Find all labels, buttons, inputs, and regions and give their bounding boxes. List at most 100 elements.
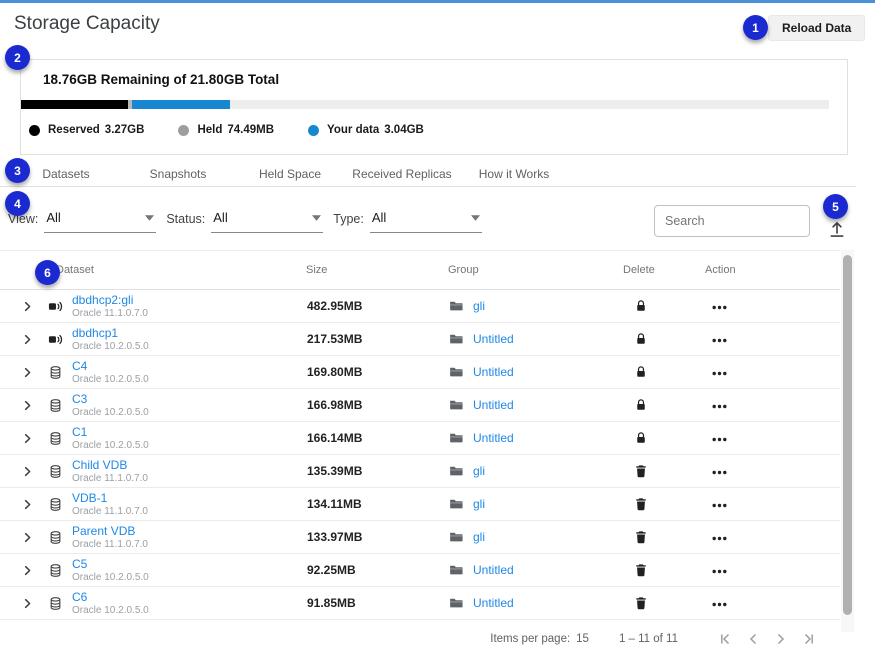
legend-item: Reserved 3.27GB <box>29 124 144 136</box>
dataset-version: Oracle 10.2.0.5.0 <box>72 440 307 451</box>
group-link[interactable]: gli <box>473 464 485 478</box>
export-upload-icon[interactable] <box>827 219 847 239</box>
legend-dot-icon <box>29 125 40 136</box>
dataset-name-link[interactable]: Child VDB <box>72 459 127 472</box>
table-row: C1 Oracle 10.2.0.5.0 166.14MB Untitled <box>0 422 840 455</box>
dataset-name-link[interactable]: dbdhcp2:gli <box>72 294 133 307</box>
database-icon <box>48 497 63 512</box>
filter-group: Status: All <box>166 210 323 233</box>
lock-icon <box>634 332 648 346</box>
dataset-name-link[interactable]: C6 <box>72 591 87 604</box>
delete-cell[interactable] <box>624 365 706 379</box>
group-link[interactable]: Untitled <box>473 365 514 379</box>
ellipsis-icon <box>712 437 727 442</box>
dataset-name-link[interactable]: VDB-1 <box>72 492 107 505</box>
chevron-right-icon <box>22 499 33 510</box>
row-actions-button[interactable] <box>706 596 840 610</box>
ellipsis-icon <box>712 371 727 376</box>
trash-icon <box>634 596 648 610</box>
dataset-name-link[interactable]: dbdhcp1 <box>72 327 118 340</box>
tab[interactable]: Received Replicas <box>346 161 458 187</box>
expand-row-button[interactable] <box>22 499 48 510</box>
group-link[interactable]: Untitled <box>473 596 514 610</box>
dataset-name-link[interactable]: C5 <box>72 558 87 571</box>
row-actions-button[interactable] <box>706 332 840 346</box>
capacity-bar-segment <box>132 100 231 109</box>
lock-icon <box>634 365 648 379</box>
tab[interactable]: How it Works <box>458 161 570 187</box>
dataset-name-link[interactable]: C1 <box>72 426 87 439</box>
items-per-page-value[interactable]: 15 <box>576 633 589 645</box>
dataset-name-link[interactable]: C4 <box>72 360 87 373</box>
dataset-name-link[interactable]: C3 <box>72 393 87 406</box>
group-link[interactable]: Untitled <box>473 431 514 445</box>
delete-cell[interactable] <box>624 464 706 478</box>
expand-row-button[interactable] <box>22 334 48 345</box>
reload-data-button[interactable]: Reload Data <box>768 15 865 41</box>
previous-page-button[interactable] <box>744 630 762 648</box>
dataset-version: Oracle 11.1.0.7.0 <box>72 506 307 517</box>
row-actions-button[interactable] <box>706 398 840 412</box>
column-header-delete: Delete <box>623 264 705 276</box>
group-link[interactable]: gli <box>473 497 485 511</box>
chevron-right-icon <box>22 598 33 609</box>
group-link[interactable]: Untitled <box>473 398 514 412</box>
annotation-badge-2: 2 <box>5 45 30 70</box>
tab[interactable]: Snapshots <box>122 161 234 187</box>
vertical-scrollbar-track[interactable] <box>841 250 854 632</box>
dataset-name-link[interactable]: Parent VDB <box>72 525 135 538</box>
search-input[interactable] <box>654 205 810 237</box>
legend-label: Held <box>197 124 222 136</box>
delete-cell[interactable] <box>624 563 706 577</box>
chevron-right-icon <box>22 334 33 345</box>
group-link[interactable]: gli <box>473 299 485 313</box>
expand-row-button[interactable] <box>22 598 48 609</box>
row-actions-button[interactable] <box>706 299 840 313</box>
legend-label: Reserved <box>48 124 100 136</box>
folder-icon <box>449 332 463 346</box>
group-link[interactable]: Untitled <box>473 563 514 577</box>
filter-select[interactable]: All <box>370 210 482 233</box>
row-actions-button[interactable] <box>706 497 840 511</box>
delete-cell[interactable] <box>624 332 706 346</box>
expand-row-button[interactable] <box>22 532 48 543</box>
filter-select[interactable]: All <box>211 210 323 233</box>
dataset-version: Oracle 10.2.0.5.0 <box>72 605 307 616</box>
row-actions-button[interactable] <box>706 431 840 445</box>
expand-row-button[interactable] <box>22 565 48 576</box>
delete-cell[interactable] <box>624 530 706 544</box>
ellipsis-icon <box>712 404 727 409</box>
lock-icon <box>634 398 648 412</box>
group-link[interactable]: Untitled <box>473 332 514 346</box>
expand-row-button[interactable] <box>22 400 48 411</box>
expand-row-button[interactable] <box>22 367 48 378</box>
row-actions-button[interactable] <box>706 563 840 577</box>
delete-cell[interactable] <box>624 497 706 511</box>
trash-icon <box>634 563 648 577</box>
table-row: Parent VDB Oracle 11.1.0.7.0 133.97MB gl… <box>0 521 840 554</box>
vertical-scrollbar-thumb[interactable] <box>843 255 852 615</box>
delete-cell[interactable] <box>624 398 706 412</box>
group-link[interactable]: gli <box>473 530 485 544</box>
expand-row-button[interactable] <box>22 301 48 312</box>
expand-row-button[interactable] <box>22 433 48 444</box>
row-actions-button[interactable] <box>706 365 840 379</box>
first-page-button[interactable] <box>716 630 734 648</box>
tab[interactable]: Held Space <box>234 161 346 187</box>
dataset-version: Oracle 11.1.0.7.0 <box>72 308 307 319</box>
dataset-size: 169.80MB <box>307 365 449 379</box>
delete-cell[interactable] <box>624 299 706 313</box>
table-row: Child VDB Oracle 11.1.0.7.0 135.39MB gli <box>0 455 840 488</box>
row-actions-button[interactable] <box>706 464 840 478</box>
annotation-badge-3: 3 <box>5 158 30 183</box>
expand-row-button[interactable] <box>22 466 48 477</box>
delete-cell[interactable] <box>624 596 706 610</box>
filter-select[interactable]: All <box>44 210 156 233</box>
chevron-right-icon <box>22 400 33 411</box>
next-page-button[interactable] <box>772 630 790 648</box>
folder-icon <box>449 596 463 610</box>
row-actions-button[interactable] <box>706 530 840 544</box>
chevron-right-icon <box>22 433 33 444</box>
delete-cell[interactable] <box>624 431 706 445</box>
last-page-button[interactable] <box>800 630 818 648</box>
